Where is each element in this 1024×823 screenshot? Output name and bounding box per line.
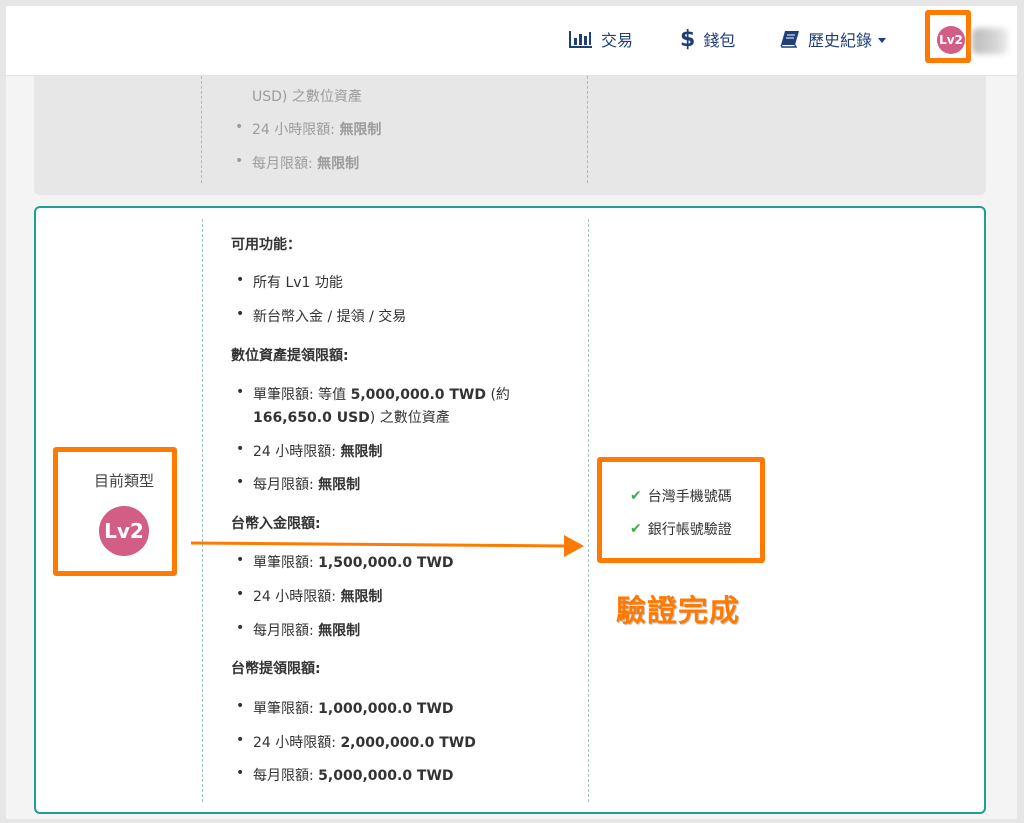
- nav-wallet-label: 錢包: [703, 31, 736, 50]
- previous-daily-limit: 24 小時限額: 無限制: [235, 119, 381, 139]
- previous-limit-text: USD) 之數位資產: [252, 89, 362, 105]
- book-icon: [780, 30, 800, 48]
- bar-chart-icon: [569, 30, 593, 48]
- dollar-icon: $: [680, 26, 696, 52]
- nav-history-dropdown[interactable]: 歷史紀錄: [780, 26, 887, 52]
- previous-monthly-limit: 每月限額: 無限制: [235, 153, 359, 173]
- nav-trade[interactable]: 交易: [569, 26, 633, 52]
- current-level-card: 目前類型 Lv2 可用功能： 所有 Lv1 功能 新台幣入金 / 提領 / 交易…: [34, 206, 986, 814]
- nav-history-label: 歷史紀錄: [808, 31, 873, 50]
- blurred-username[interactable]: [972, 28, 1008, 54]
- browser-viewport: 交易 $ 錢包 歷史紀錄 Lv2 USD) 之數位資產 24 小時限額: 無限制…: [6, 6, 1017, 819]
- top-navbar: 交易 $ 錢包 歷史紀錄 Lv2: [6, 6, 1017, 76]
- column-divider: [201, 76, 202, 183]
- chevron-down-icon: [878, 37, 887, 43]
- annotation-arrow: [190, 535, 584, 557]
- column-divider: [587, 76, 588, 183]
- nav-wallet[interactable]: $ 錢包: [680, 26, 735, 52]
- previous-level-card: USD) 之數位資產 24 小時限額: 無限制 每月限額: 無限制: [34, 76, 986, 195]
- highlight-box-avatar: [925, 10, 971, 63]
- nav-trade-label: 交易: [601, 31, 634, 50]
